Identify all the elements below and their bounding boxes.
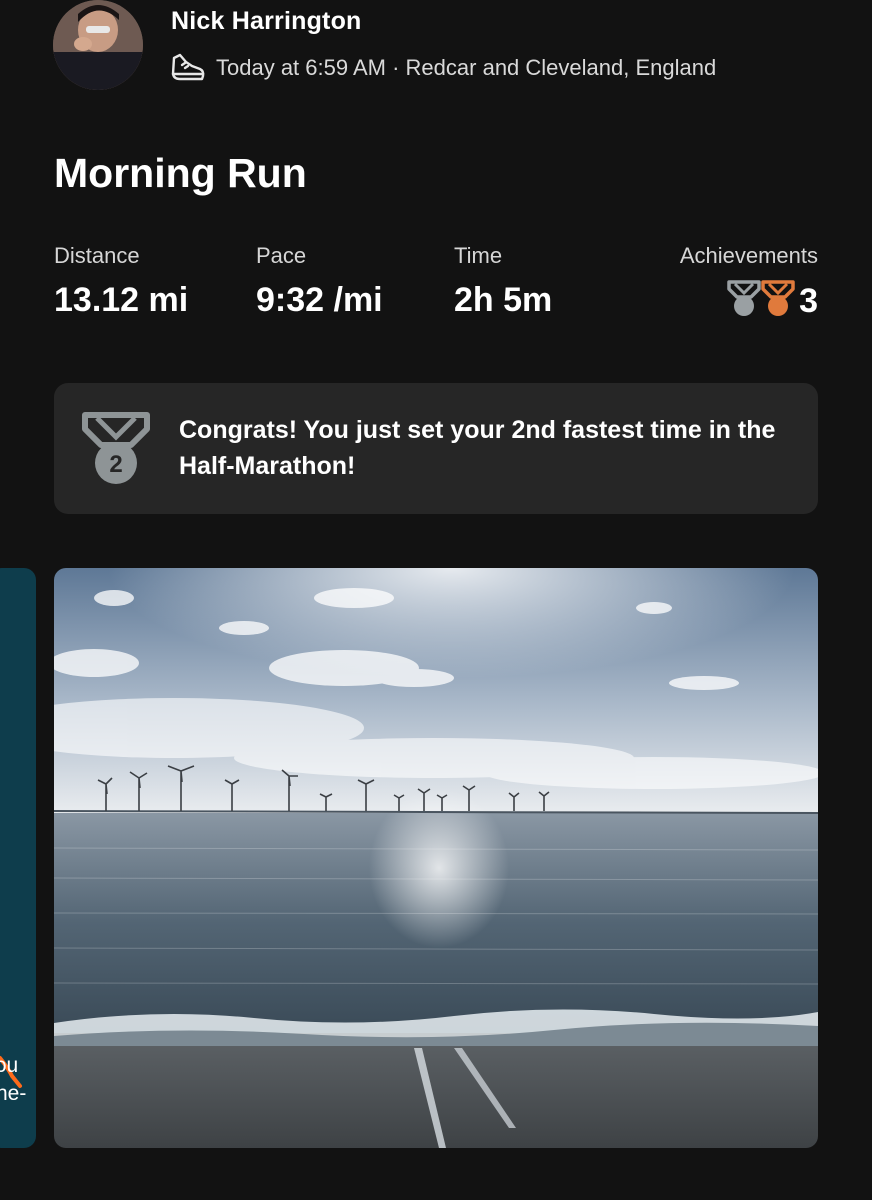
activity-photo[interactable] xyxy=(54,568,818,1148)
author-name[interactable]: Nick Harrington xyxy=(171,7,362,36)
activity-title: Morning Run xyxy=(54,150,307,196)
achievement-text: Congrats! You just set your 2nd fastest … xyxy=(179,416,776,480)
pace-label: Pace xyxy=(256,243,307,268)
avatar[interactable] xyxy=(53,0,143,90)
medal-rank: 2 xyxy=(109,451,122,478)
timestamp-location: Today at 6:59 AM · Redcar and Cleveland,… xyxy=(216,55,717,80)
stat-achievements[interactable]: Achievements 3 xyxy=(680,243,818,321)
achievements-row[interactable]: 3 xyxy=(680,279,818,323)
stat-distance: Distance 13.12 mi xyxy=(54,243,188,320)
time-label: Time xyxy=(454,243,503,268)
map-label-line2: ne- xyxy=(0,1082,27,1105)
distance-label: Distance xyxy=(54,243,140,268)
stat-pace: Pace 9:32 /mi xyxy=(256,243,383,320)
second-place-medal-icon: 2 xyxy=(81,411,151,492)
bronze-medal-icon xyxy=(761,279,795,323)
route-map-preview[interactable]: ɔu ne- xyxy=(0,568,36,1148)
achievement-banner[interactable]: 2 Congrats! You just set your 2nd fastes… xyxy=(54,383,818,514)
achievements-count: 3 xyxy=(799,281,818,320)
achievements-label: Achievements xyxy=(679,243,818,268)
stat-time: Time 2h 5m xyxy=(454,243,552,320)
distance-value: 13.12 mi xyxy=(54,281,189,319)
map-label-line1: ɔu xyxy=(0,1054,19,1077)
pace-value: 9:32 /mi xyxy=(256,281,383,319)
activity-meta: Today at 6:59 AM · Redcar and Cleveland,… xyxy=(170,52,716,84)
running-shoe-icon xyxy=(170,52,206,84)
time-value: 2h 5m xyxy=(454,281,553,319)
silver-medal-icon xyxy=(727,279,761,323)
